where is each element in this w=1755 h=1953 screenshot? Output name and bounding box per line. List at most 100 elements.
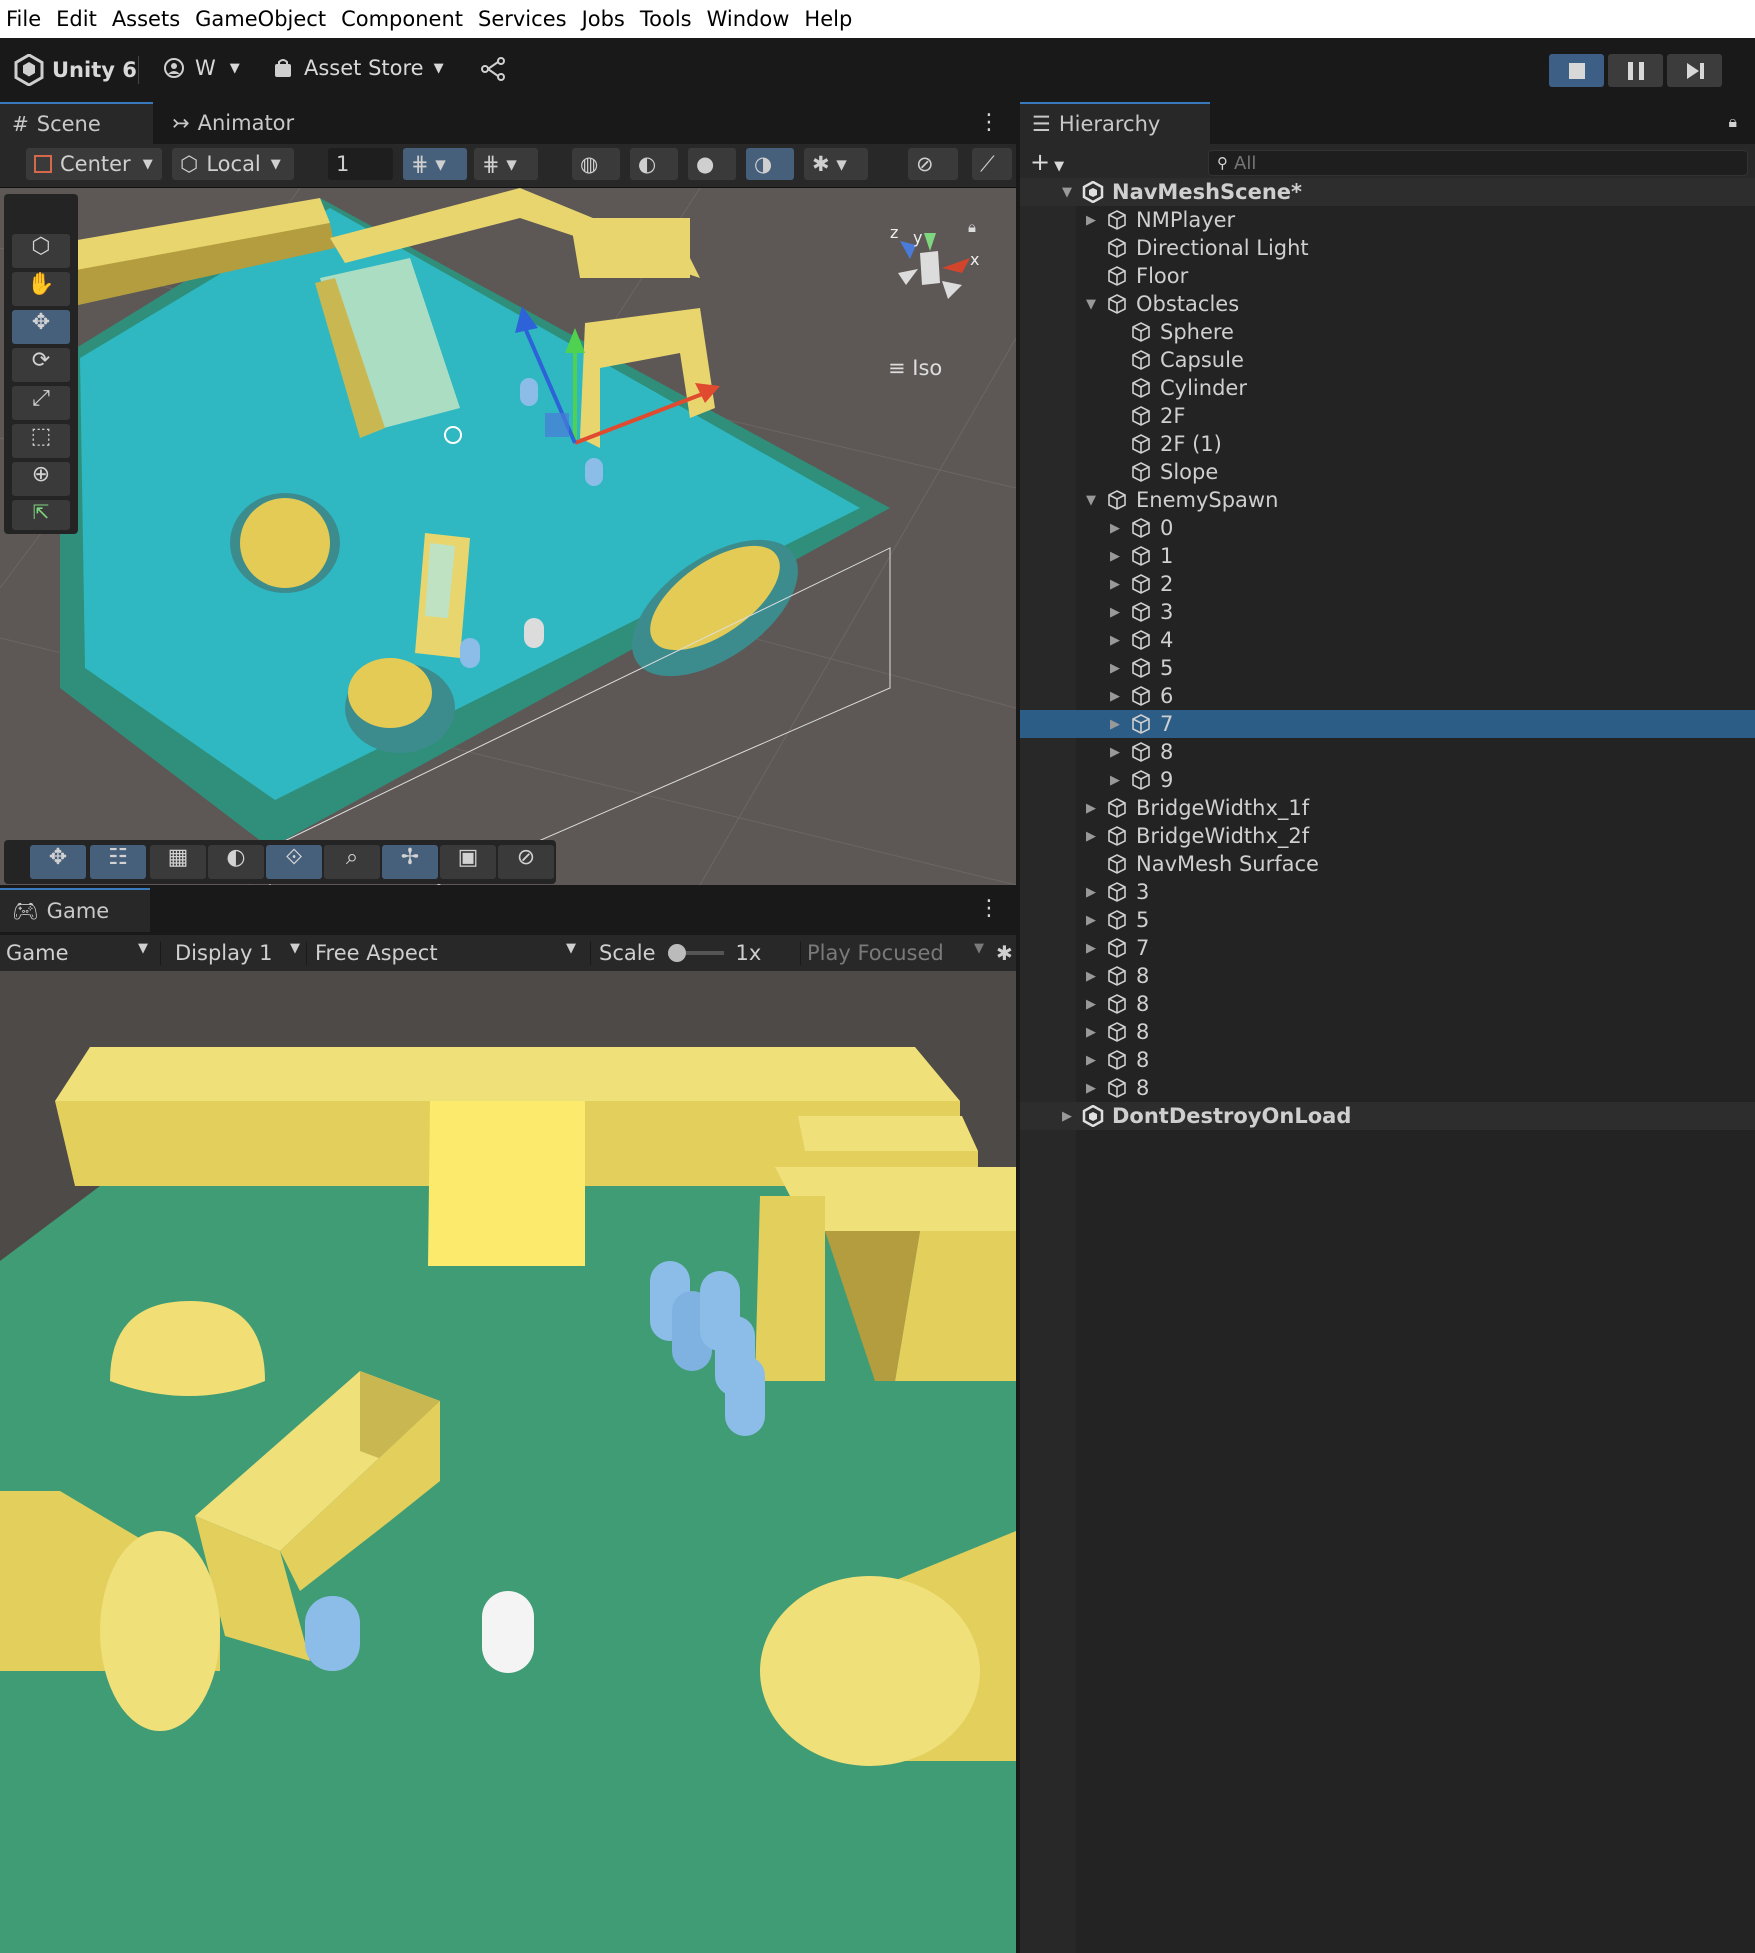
expand-right-icon[interactable]: ▶ [1086,801,1100,816]
step-button[interactable] [1667,54,1722,87]
draw-mode-shaded-wireframe-button[interactable]: ◐ [630,148,678,180]
hierarchy-row[interactable]: ▶ 9 [1020,766,1755,794]
hierarchy-row[interactable]: Slope [1020,458,1755,486]
expand-right-icon[interactable]: ▶ [1110,717,1124,732]
grid-visibility-dropdown[interactable]: ⋕ ▾ [403,148,467,180]
aspect-dropdown[interactable]: Free Aspect ▼ [306,941,584,965]
hierarchy-row[interactable]: 2F (1) [1020,430,1755,458]
expand-right-icon[interactable]: ▶ [1086,941,1100,956]
expand-right-icon[interactable]: ▶ [1110,549,1124,564]
hierarchy-row[interactable]: 2F [1020,402,1755,430]
expand-down-icon[interactable]: ▼ [1062,185,1076,200]
menu-gameobject[interactable]: GameObject [195,7,326,31]
account-dropdown[interactable]: W ▼ [163,56,240,80]
hierarchy-row[interactable]: ▶ 8 [1020,1046,1755,1074]
expand-right-icon[interactable]: ▶ [1110,633,1124,648]
scene-visibility-toggle[interactable]: ⊘ [908,148,958,180]
hierarchy-row[interactable]: ▶ NMPlayer [1020,206,1755,234]
tab-scene[interactable]: # Scene [0,102,153,144]
space-mode-dropdown[interactable]: ⬡ Local ▼ [172,148,294,180]
gizmos-toggle[interactable]: ⟋ [972,148,1012,180]
rotate-tool-icon[interactable]: ⟳ [12,348,70,382]
expand-right-icon[interactable]: ▶ [1110,521,1124,536]
navigation-icon[interactable]: ✥ [30,845,86,879]
debug-draw-dropdown[interactable]: ✱ ▾ [804,148,868,180]
expand-right-icon[interactable]: ▶ [1110,745,1124,760]
expand-right-icon[interactable]: ▶ [1086,885,1100,900]
tab-animator[interactable]: ↣ Animator [160,102,330,144]
display-dropdown[interactable]: Display 1 ▼ [160,941,300,965]
expand-right-icon[interactable]: ▶ [1110,773,1124,788]
rect-tool-icon[interactable]: ⬚ [12,424,70,458]
play-stop-button[interactable] [1549,54,1604,87]
snap-settings-dropdown[interactable]: ⋕ ▾ [474,148,538,180]
hand-tool-icon[interactable]: ✋ [12,272,70,306]
play-mode-dropdown[interactable]: Play Focused ▼ [800,941,990,965]
orientation-gizmo[interactable]: z y x [870,223,980,323]
tab-game[interactable]: 🎮︎ Game [0,888,150,932]
hierarchy-row[interactable]: Sphere [1020,318,1755,346]
expand-right-icon[interactable]: ▶ [1086,1025,1100,1040]
pivot-mode-dropdown[interactable]: Center ▼ [26,148,162,180]
menu-services[interactable]: Services [478,7,567,31]
menu-component[interactable]: Component [341,7,463,31]
grid-snap-input[interactable]: 1 [328,148,393,180]
hierarchy-row[interactable]: ▶ 5 [1020,906,1755,934]
hierarchy-row[interactable]: ▶ 2 [1020,570,1755,598]
hierarchy-row[interactable]: ▼ Obstacles [1020,290,1755,318]
view-tool-cube-icon[interactable]: ⬡ [12,234,70,268]
hierarchy-scene-row[interactable]: ▼ NavMeshScene* [1020,178,1755,206]
transform-tool-icon[interactable]: ⊕ [12,462,70,496]
hierarchy-row[interactable]: ▶ 3 [1020,878,1755,906]
hierarchy-row[interactable]: ▶ 8 [1020,990,1755,1018]
expand-right-icon[interactable]: ▶ [1062,1109,1076,1124]
version-control-button[interactable] [480,56,506,86]
menu-assets[interactable]: Assets [112,7,180,31]
hierarchy-row[interactable]: ▶ 4 [1020,626,1755,654]
unity-home-button[interactable]: Unity 6 [14,54,137,86]
hierarchy-row[interactable]: ▼ EnemySpawn [1020,486,1755,514]
sliders-icon[interactable]: ☷ [90,845,146,879]
expand-right-icon[interactable]: ▶ [1086,1081,1100,1096]
hierarchy-row[interactable]: ▶ BridgeWidthx_1f [1020,794,1755,822]
pause-button[interactable] [1608,54,1663,87]
hierarchy-row[interactable]: Capsule [1020,346,1755,374]
asset-store-dropdown[interactable]: Asset Store ▼ [272,56,444,80]
hierarchy-row[interactable]: NavMesh Surface [1020,850,1755,878]
menu-file[interactable]: File [6,7,41,31]
expand-right-icon[interactable]: ▶ [1086,829,1100,844]
hierarchy-row[interactable]: ▶ 8 [1020,1074,1755,1102]
add-object-button[interactable]: + ▼ [1030,148,1064,176]
view-select-dropdown[interactable]: Game ▼ [6,941,156,965]
hierarchy-row[interactable]: ▶ 1 [1020,542,1755,570]
hierarchy-row[interactable]: ▶ 7 [1020,934,1755,962]
menu-tools[interactable]: Tools [640,7,692,31]
moon-icon[interactable]: ◐ [208,845,264,879]
scale-slider[interactable] [667,944,724,962]
expand-right-icon[interactable]: ▶ [1086,913,1100,928]
draw-mode-shaded-button[interactable]: ● [688,148,736,180]
hierarchy-row[interactable]: ▶ 8 [1020,1018,1755,1046]
hierarchy-row[interactable]: ▶ 7 [1020,710,1755,738]
layers-icon[interactable]: ⟐ [266,845,322,879]
gizmo-lock-icon[interactable]: 🔒︎ [968,218,976,236]
menu-edit[interactable]: Edit [56,7,97,31]
tab-hierarchy[interactable]: ☰ Hierarchy [1020,102,1210,144]
scale-slider-thumb[interactable] [667,944,686,962]
camera-icon[interactable]: ▣ [440,845,496,879]
custom-tool-icon[interactable]: ⇱ [12,500,70,530]
expand-right-icon[interactable]: ▶ [1110,661,1124,676]
compass-icon[interactable]: ⊘ [498,845,554,879]
expand-right-icon[interactable]: ▶ [1086,997,1100,1012]
move-tool-icon[interactable]: ✥ [12,310,70,344]
hierarchy-row[interactable]: ▶ 3 [1020,598,1755,626]
menu-window[interactable]: Window [707,7,790,31]
more-options-icon[interactable]: ⋮ [978,896,1000,921]
grid-lines-icon[interactable]: ▦ [150,845,206,879]
hierarchy-row[interactable]: Floor [1020,262,1755,290]
draw-mode-wireframe-button[interactable]: ◍ [572,148,620,180]
hierarchy-row[interactable]: Cylinder [1020,374,1755,402]
hierarchy-search[interactable]: ⚲ [1208,150,1748,176]
hierarchy-row[interactable]: Directional Light [1020,234,1755,262]
more-options-icon[interactable]: ⋮ [978,110,1000,135]
